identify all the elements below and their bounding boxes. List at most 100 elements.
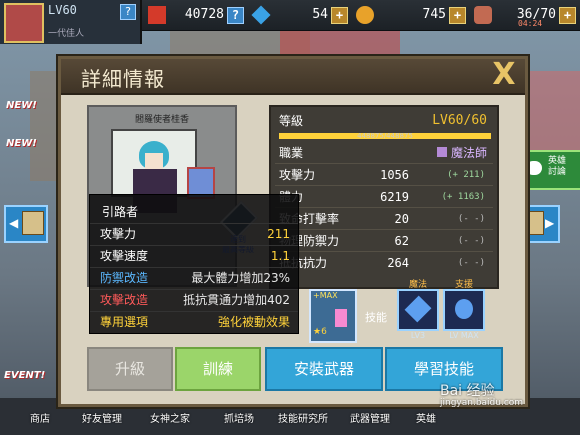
equip-weapon-button[interactable]: 安裝武器 bbox=[265, 347, 383, 391]
refill-timer: 04:24 bbox=[518, 19, 543, 28]
add-diamond-button[interactable]: + bbox=[331, 7, 348, 24]
skill-level: LV MAX bbox=[449, 331, 479, 340]
star-level: ★6 bbox=[313, 327, 327, 337]
watermark-url: jingyan.baidu.com bbox=[440, 398, 524, 408]
tooltip-value: 最大體力增加23% bbox=[191, 271, 290, 285]
skills-label: 技能 bbox=[365, 311, 387, 324]
stat-value: 6219 bbox=[380, 190, 409, 204]
tooltip-key: 攻擊改造 bbox=[100, 293, 149, 307]
stat-bonus: (+ 211) bbox=[447, 170, 485, 180]
resource-value: 40728 bbox=[184, 7, 224, 22]
new-badge: NEW! bbox=[6, 100, 37, 111]
nav-farm[interactable]: 抓培场 bbox=[224, 410, 254, 425]
weapon-tooltip: 引路者 攻擊力 211 攻擊速度 1.1 防禦改造 最大體力增加23% 攻擊改造… bbox=[89, 194, 299, 334]
chevron-left-icon: ◀ bbox=[9, 216, 19, 230]
resource-diamonds: 54 + bbox=[251, 5, 348, 25]
tooltip-row: 攻擊改造 抵抗貫通力增加402 bbox=[90, 289, 298, 310]
nav-weapon-manage[interactable]: 武器管理 bbox=[350, 410, 390, 425]
class-value-text: 魔法師 bbox=[450, 146, 487, 160]
xp-text: 448875/448875 bbox=[357, 132, 413, 140]
chat-icon bbox=[526, 161, 542, 175]
nav-shop[interactable]: 商店 bbox=[30, 410, 50, 425]
stat-row: 體力 6219 (+ 1163) bbox=[275, 187, 493, 208]
tooltip-key: 攻擊力 bbox=[100, 227, 137, 241]
add-coin-button[interactable]: + bbox=[449, 7, 466, 24]
class-value: 魔法師 bbox=[436, 143, 487, 163]
star-icon bbox=[148, 6, 166, 24]
hero-discussion-label: 英雄 討論 bbox=[548, 156, 567, 177]
level-value: LV60/60 bbox=[432, 113, 487, 128]
stat-bonus: (- -) bbox=[457, 236, 485, 246]
tooltip-key: 防禦改造 bbox=[100, 271, 149, 285]
weapon-card[interactable]: +MAX ★6 bbox=[309, 289, 357, 343]
stat-value: 264 bbox=[387, 256, 409, 270]
avatar bbox=[4, 3, 44, 43]
tooltip-row: 攻擊力 211 bbox=[90, 223, 298, 244]
diamond-icon bbox=[251, 5, 271, 25]
magic-skill-icon bbox=[404, 295, 432, 323]
tooltip-value: 抵抗貫通力增加402 bbox=[183, 293, 290, 307]
tooltip-value: 1.1 bbox=[270, 249, 290, 263]
hero-thumbnail bbox=[22, 211, 44, 235]
stat-label: 攻擊力 bbox=[279, 168, 316, 182]
hero-face bbox=[145, 153, 163, 169]
skill-level: LV3 bbox=[410, 331, 426, 340]
support-skill-icon bbox=[455, 299, 473, 319]
stat-bonus: (+ 1163) bbox=[441, 192, 485, 202]
dialog-titlebar: 詳細情報 X bbox=[61, 59, 525, 95]
skill-support[interactable]: 支援 LV MAX bbox=[443, 280, 485, 340]
stat-value: 62 bbox=[394, 234, 409, 248]
nav-goddess-house[interactable]: 女神之家 bbox=[150, 410, 190, 425]
skills-panel: +MAX ★6 技能 魔法 LV3 支援 LV MAX bbox=[269, 280, 495, 349]
tooltip-row: 專用選項 強化被動效果 bbox=[90, 311, 298, 332]
player-panel[interactable]: LV60 ? 一代佳人 bbox=[0, 0, 142, 44]
player-level: LV60 bbox=[48, 3, 77, 17]
coin-icon bbox=[356, 6, 374, 24]
skill-type: 支援 bbox=[454, 280, 473, 290]
prev-hero-button[interactable]: ◀ bbox=[4, 205, 48, 243]
tooltip-title: 引路者 bbox=[102, 205, 139, 219]
stat-bonus: (- -) bbox=[457, 258, 485, 268]
stat-row: 攻擊力 1056 (+ 211) bbox=[275, 165, 493, 186]
close-button[interactable]: X bbox=[489, 60, 519, 91]
chevron-right-icon: ▶ bbox=[545, 216, 555, 230]
resource-coins: 745 + bbox=[356, 6, 466, 24]
event-badge[interactable]: EVENT! bbox=[4, 370, 45, 381]
resource-stars: 40728 ? bbox=[148, 6, 244, 24]
level-row: 等級 LV60/60 bbox=[275, 111, 493, 131]
weapon-icon bbox=[335, 309, 347, 327]
tooltip-value: 強化被動效果 bbox=[217, 315, 290, 329]
hero-name: 閻羅使者桂香 bbox=[134, 115, 189, 125]
upgrade-button[interactable]: 升級 bbox=[87, 347, 173, 391]
nav-friends[interactable]: 好友管理 bbox=[82, 410, 122, 425]
skill-magic[interactable]: 魔法 LV3 bbox=[397, 280, 439, 340]
stat-row: 物理防禦力 62 (- -) bbox=[275, 231, 493, 252]
tooltip-value: 211 bbox=[267, 227, 290, 241]
stat-value: 1056 bbox=[380, 168, 409, 182]
tooltip-key: 攻擊速度 bbox=[100, 249, 149, 263]
tooltip-row: 防禦改造 最大體力增加23% bbox=[90, 267, 298, 288]
staff-icon bbox=[436, 147, 447, 157]
train-button[interactable]: 訓練 bbox=[175, 347, 261, 391]
nav-hero[interactable]: 英雄 bbox=[416, 410, 436, 425]
help-button[interactable]: ? bbox=[120, 4, 136, 20]
class-label: 職業 bbox=[279, 146, 304, 160]
new-badge: NEW! bbox=[6, 138, 37, 149]
nav-skill-lab[interactable]: 技能研究所 bbox=[278, 410, 328, 425]
resource-value: 745 bbox=[422, 7, 446, 22]
stats-panel: 等級 LV60/60 448875/448875 職業 魔法師 攻擊力 1056… bbox=[269, 105, 499, 289]
upgrade-tag: +MAX bbox=[313, 291, 338, 300]
add-meat-button[interactable]: + bbox=[559, 7, 576, 24]
background-building bbox=[280, 31, 400, 59]
stat-value: 20 bbox=[394, 212, 409, 226]
skill-type: 魔法 bbox=[408, 280, 427, 290]
tooltip-row: 攻擊速度 1.1 bbox=[90, 245, 298, 266]
resource-value: 54 bbox=[312, 7, 328, 22]
level-label: 等級 bbox=[279, 114, 304, 128]
watermark-brand: Bai 经验 bbox=[440, 383, 495, 399]
stat-bonus: (- -) bbox=[457, 214, 485, 224]
help-button[interactable]: ? bbox=[227, 7, 244, 24]
meat-icon bbox=[474, 6, 492, 24]
background-building bbox=[520, 71, 580, 161]
class-row: 職業 魔法師 bbox=[275, 143, 493, 164]
